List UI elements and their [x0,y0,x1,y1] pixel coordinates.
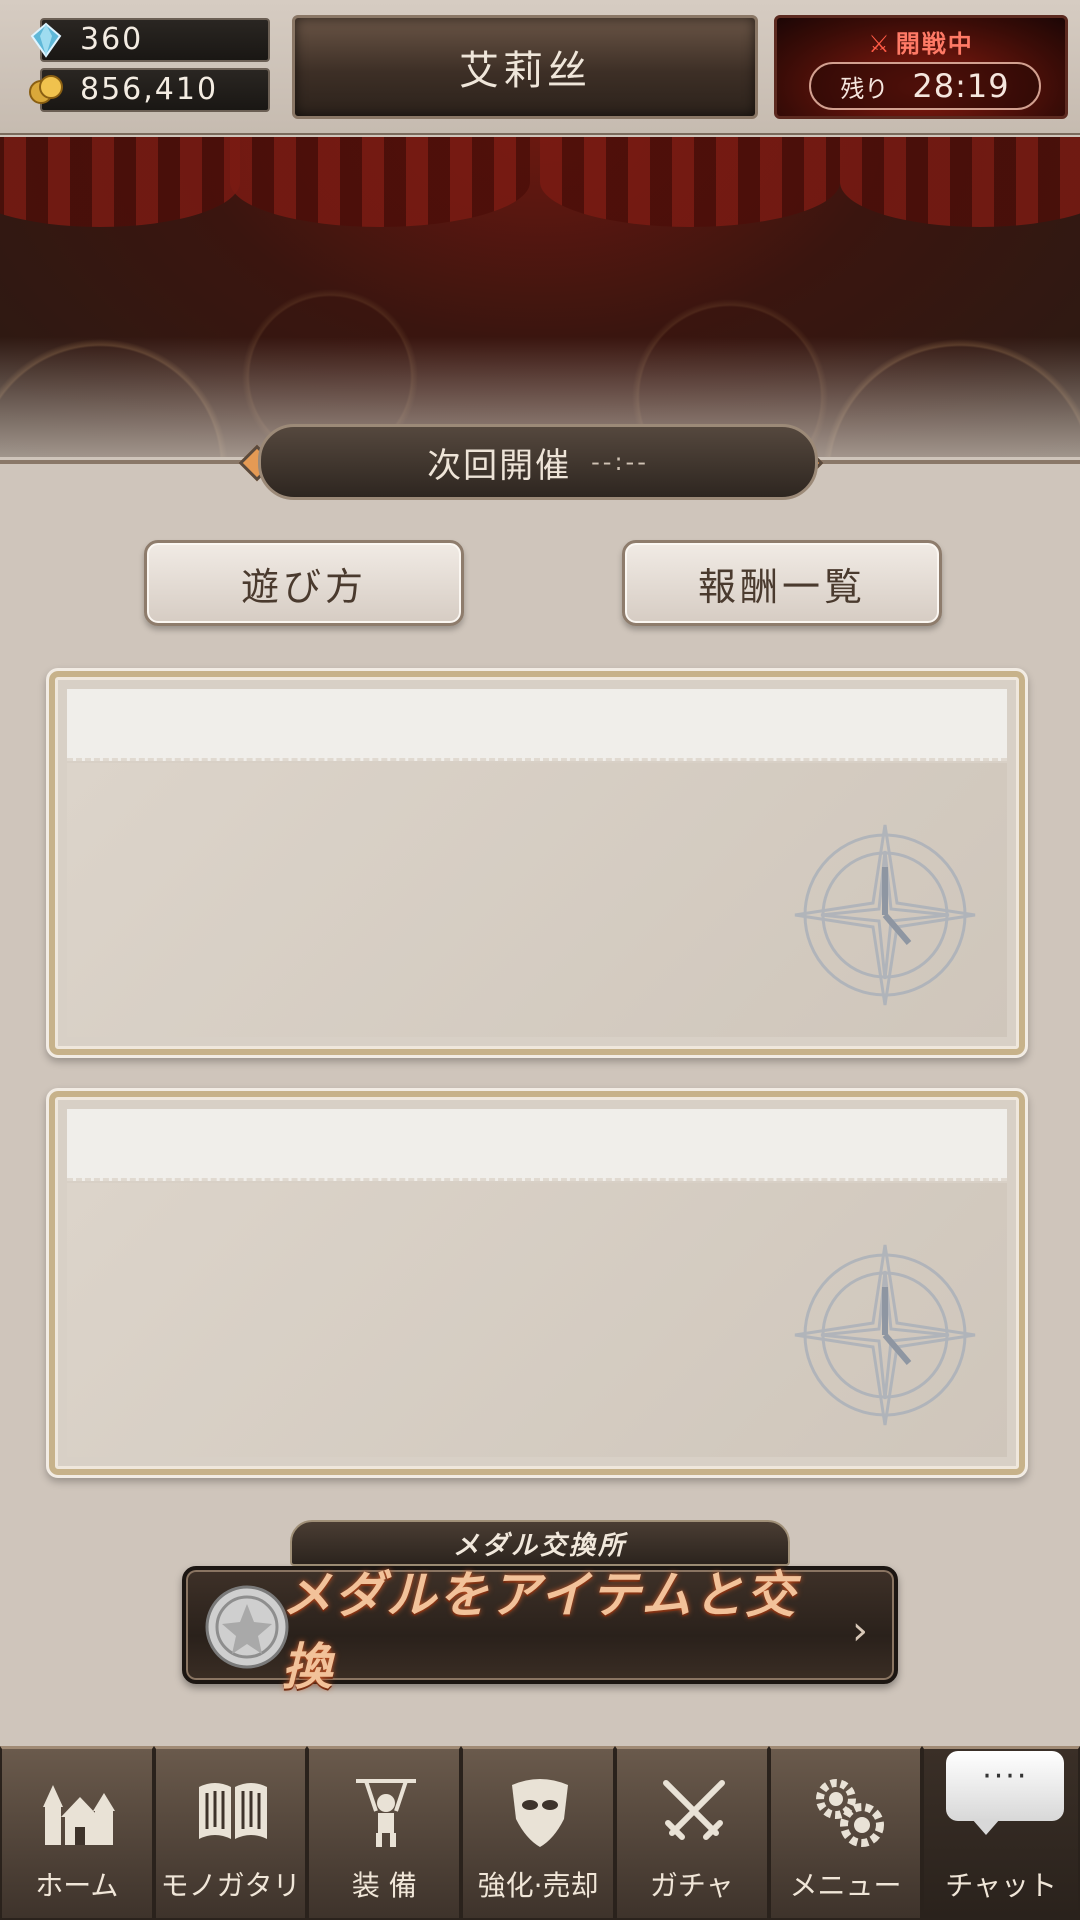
nav-upgrade-sell-label: 強化·売却 [477,1869,599,1902]
coin-count: 856,410 [80,72,219,107]
panel-header-paper [67,689,1007,761]
next-event-plate: 次回開催 --:-- [258,424,818,500]
gem-count: 360 [80,22,144,57]
coin-counter: 856,410 [29,68,270,112]
nav-upgrade-sell[interactable]: 強化·売却 [461,1746,615,1920]
top-bar: 360 856,410 艾莉丝 ⚔ 開戦中 残り 28:19 [0,0,1080,135]
battle-status-text: 開戦中 [895,30,974,58]
book-icon [198,1783,267,1839]
nav-story[interactable]: モノガタリ [153,1746,308,1920]
medal-exchange-text: メダルをアイテムと交換 [282,1566,797,1696]
gem-counter: 360 [30,18,270,62]
puppet-icon [356,1779,417,1847]
curtain-decoration [540,137,840,227]
curtain-decoration [0,137,240,227]
how-to-play-button[interactable]: 遊び方 [144,540,464,626]
next-event-label: 次回開催 [427,445,572,486]
nav-story-label: モノガタリ [160,1869,301,1902]
crossed-swords-icon [662,1780,725,1840]
curtain-decoration [840,137,1080,227]
rewards-list-button[interactable]: 報酬一覧 [622,540,942,626]
home-castle-icon [43,1785,115,1845]
chevron-right-icon: › [852,1608,868,1654]
nav-gacha-label: ガチャ [649,1869,734,1902]
nav-home[interactable]: ホーム [0,1746,154,1920]
player-name: 艾莉丝 [459,48,591,94]
nav-menu[interactable]: メニュー [768,1746,923,1920]
nav-equipment-label: 装 備 [351,1869,417,1902]
remaining-label: 残り [840,74,889,103]
quest-panel[interactable] [46,668,1028,1058]
nav-gacha[interactable]: ガチャ [614,1746,769,1920]
how-to-play-label: 遊び方 [240,564,367,609]
gears-icon [815,1779,884,1847]
nav-chat[interactable]: ···· チャット [922,1746,1080,1920]
clock-compass-icon [794,824,976,1006]
rewards-list-label: 報酬一覧 [697,564,866,609]
player-name-plate[interactable]: 艾莉丝 [292,15,758,119]
chat-bubble-icon: ···· [946,1751,1065,1835]
nav-menu-label: メニュー [789,1869,902,1902]
bottom-nav: ホーム モノガタリ 装 備 強化·売却 ガチャ メニュー ···· チャット [0,1746,1080,1920]
quest-panel[interactable] [46,1088,1028,1478]
battle-status-panel[interactable]: ⚔ 開戦中 残り 28:19 [774,15,1068,119]
medal-exchange-button[interactable]: メダルをアイテムと交換 › [182,1566,898,1696]
panel-header-paper [67,1109,1007,1181]
curtain-decoration [230,137,530,227]
nav-equipment[interactable]: 装 備 [307,1746,462,1920]
clock-compass-icon [794,1244,976,1426]
nav-chat-label: チャット [945,1869,1058,1902]
medal-coin-icon [205,1585,289,1669]
coin-icon [29,75,63,104]
event-banner [0,137,1080,457]
crossed-swords-icon: ⚔ [868,30,892,58]
remaining-time: 28:19 [912,67,1010,105]
battle-status: ⚔ 開戦中 [777,24,1065,59]
shield-mask-icon [512,1779,569,1847]
gem-icon [30,22,62,58]
next-event-value: --:-- [591,448,649,476]
battle-timer: 残り 28:19 [809,62,1041,110]
nav-home-label: ホーム [35,1869,119,1902]
